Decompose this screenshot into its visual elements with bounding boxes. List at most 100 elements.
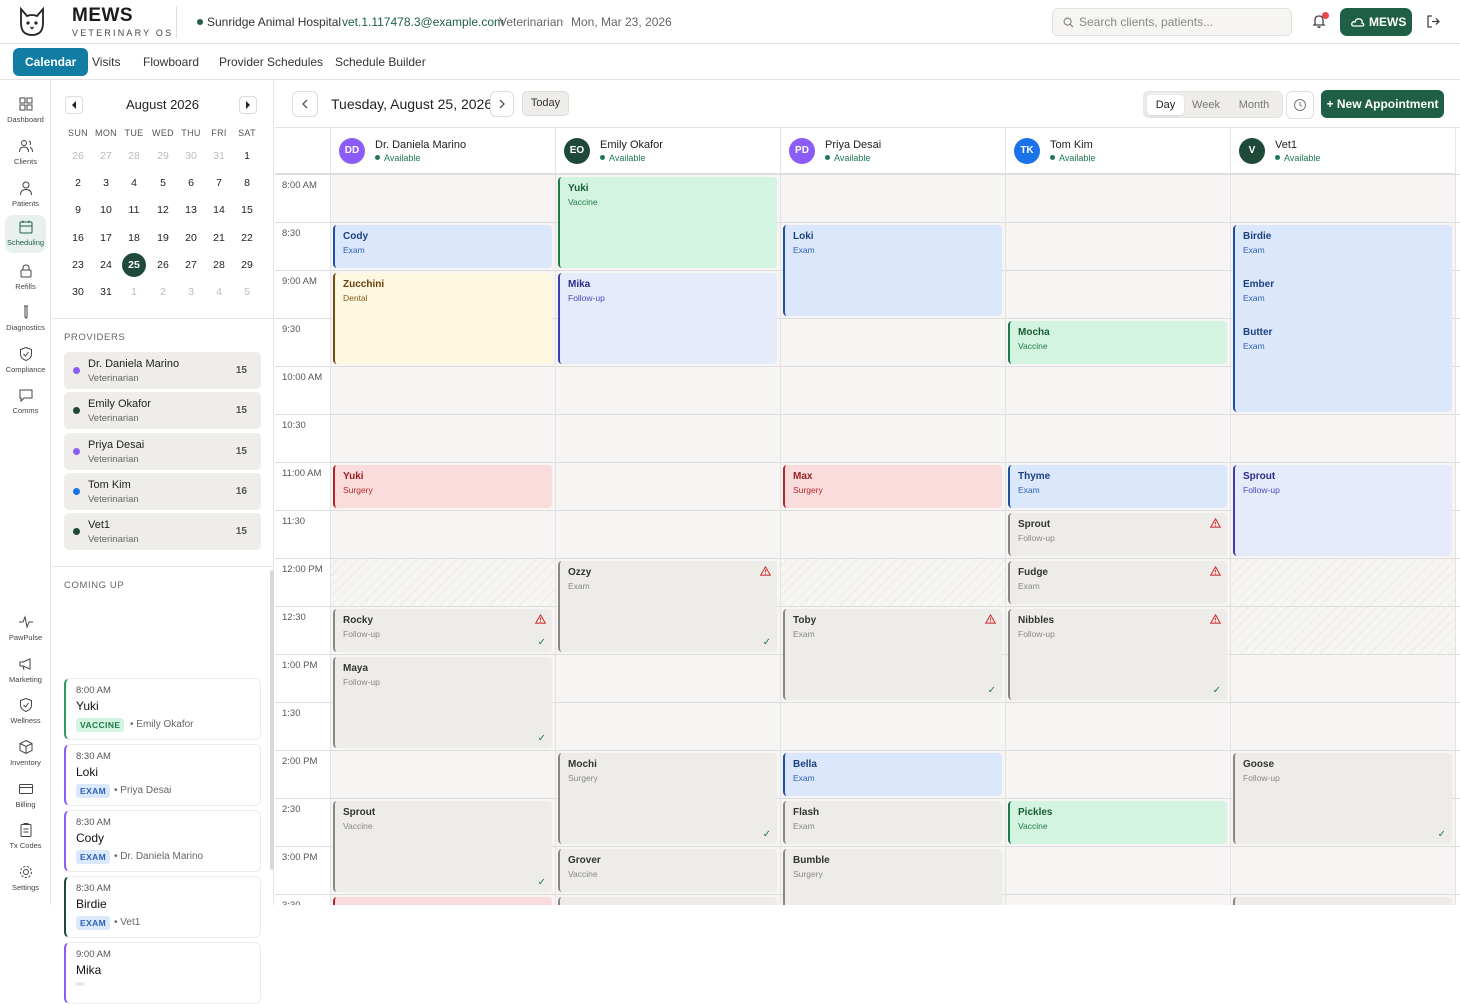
- appointment-card[interactable]: Bumble Surgery: [783, 849, 1002, 905]
- time-slot[interactable]: [1005, 846, 1230, 894]
- time-slot[interactable]: [555, 462, 780, 510]
- time-slot[interactable]: [1005, 414, 1230, 462]
- appointment-card[interactable]: Nibbles Follow-up ✓: [1008, 609, 1227, 700]
- coming-up-item[interactable]: 9:00 AM Mika: [64, 942, 261, 1004]
- sidebar-item-wellness[interactable]: Wellness: [0, 693, 51, 733]
- calendar-day[interactable]: 29: [149, 145, 177, 167]
- appointment-card[interactable]: Mocha Vaccine: [1008, 321, 1227, 364]
- clock-button[interactable]: [1286, 91, 1314, 119]
- appointment-card[interactable]: [558, 897, 777, 905]
- logout-icon[interactable]: [1426, 14, 1441, 29]
- calendar-day[interactable]: 28: [205, 254, 233, 276]
- time-slot[interactable]: [330, 366, 555, 414]
- appointment-card[interactable]: Bella Exam: [783, 753, 1002, 796]
- sidebar-item-scheduling[interactable]: Scheduling: [5, 215, 46, 253]
- time-slot[interactable]: [1230, 846, 1455, 894]
- calendar-day[interactable]: 21: [205, 227, 233, 249]
- calendar-day[interactable]: 1: [233, 145, 261, 167]
- provider-item[interactable]: Tom Kim Veterinarian 16: [64, 472, 261, 510]
- calendar-day[interactable]: 25: [122, 252, 146, 277]
- time-slot[interactable]: [1005, 750, 1230, 798]
- appointment-card[interactable]: Pickles Vaccine: [1008, 801, 1227, 844]
- tab-visits[interactable]: Visits: [80, 48, 132, 76]
- appointment-card[interactable]: [1233, 897, 1452, 905]
- appointment-card[interactable]: Goose Follow-up ✓: [1233, 753, 1452, 844]
- time-slot[interactable]: [1005, 366, 1230, 414]
- appointment-card[interactable]: Fudge Exam: [1008, 561, 1227, 604]
- provider-item[interactable]: Emily Okafor Veterinarian 15: [64, 392, 261, 430]
- appointment-card[interactable]: Max Surgery: [783, 465, 1002, 508]
- time-slot[interactable]: [1005, 702, 1230, 750]
- tab-provider-schedules[interactable]: Provider Schedules: [207, 48, 335, 76]
- calendar-day[interactable]: 28: [120, 145, 148, 167]
- provider-item[interactable]: Vet1 Veterinarian 15: [64, 513, 261, 551]
- calendar-day[interactable]: 19: [149, 227, 177, 249]
- prev-day-button[interactable]: [292, 91, 318, 117]
- time-slot[interactable]: [330, 414, 555, 462]
- appointment-card[interactable]: Thyme Exam: [1008, 465, 1227, 508]
- tab-schedule-builder[interactable]: Schedule Builder: [323, 48, 438, 76]
- time-slot[interactable]: [1005, 270, 1230, 318]
- time-slot[interactable]: [1005, 894, 1230, 905]
- calendar-day[interactable]: 9: [64, 199, 92, 221]
- appointment-card[interactable]: Ember Exam: [1233, 273, 1452, 316]
- appointment-card[interactable]: Sprout Follow-up: [1008, 513, 1227, 556]
- calendar-day[interactable]: 7: [205, 172, 233, 194]
- time-slot[interactable]: [330, 510, 555, 558]
- calendar-day[interactable]: 18: [120, 227, 148, 249]
- sidebar-item-patients[interactable]: Patients: [0, 176, 51, 216]
- time-slot[interactable]: [1230, 702, 1455, 750]
- calendar-day[interactable]: 2: [64, 172, 92, 194]
- calendar-day[interactable]: 16: [64, 227, 92, 249]
- calendar-day[interactable]: 30: [64, 281, 92, 303]
- calendar-day[interactable]: 2: [149, 281, 177, 303]
- time-slot[interactable]: [330, 174, 555, 222]
- calendar-day[interactable]: 31: [92, 281, 120, 303]
- calendar-day[interactable]: 5: [233, 281, 261, 303]
- time-slot[interactable]: [1230, 174, 1455, 222]
- time-slot[interactable]: [555, 510, 780, 558]
- sidebar-item-comms[interactable]: Comms: [0, 383, 51, 423]
- appointment-card[interactable]: Zucchini Dental: [333, 273, 552, 364]
- time-slot[interactable]: [780, 318, 1005, 366]
- tab-flowboard[interactable]: Flowboard: [131, 48, 211, 76]
- time-slot[interactable]: [780, 558, 1005, 606]
- next-day-button[interactable]: [490, 91, 514, 117]
- appointment-card[interactable]: Grover Vaccine: [558, 849, 777, 892]
- calendar-day[interactable]: 5: [149, 172, 177, 194]
- sidebar-item-refills[interactable]: Refills: [0, 259, 51, 299]
- calendar-day[interactable]: 8: [233, 172, 261, 194]
- calendar-day[interactable]: 11: [120, 199, 148, 221]
- appointment-card[interactable]: [333, 897, 552, 905]
- sidebar-item-inventory[interactable]: Inventory: [0, 735, 51, 775]
- time-slot[interactable]: [330, 750, 555, 798]
- appointment-card[interactable]: Yuki Vaccine: [558, 177, 777, 268]
- today-button[interactable]: Today: [522, 91, 569, 116]
- time-slot[interactable]: [330, 558, 555, 606]
- time-slot[interactable]: [555, 414, 780, 462]
- search-box[interactable]: [1052, 8, 1292, 36]
- time-slot[interactable]: [780, 174, 1005, 222]
- next-month-button[interactable]: [239, 96, 257, 114]
- time-slot[interactable]: [1230, 606, 1455, 654]
- new-appointment-button[interactable]: + New Appointment: [1321, 90, 1444, 118]
- calendar-day[interactable]: 3: [177, 281, 205, 303]
- coming-up-item[interactable]: 8:30 AM Birdie EXAM • Vet1: [64, 876, 261, 938]
- sidebar-item-tx-codes[interactable]: Tx Codes: [0, 818, 51, 858]
- time-slot[interactable]: [1005, 174, 1230, 222]
- time-slot[interactable]: [1230, 654, 1455, 702]
- sidebar-item-settings[interactable]: Settings: [0, 860, 51, 900]
- appointment-card[interactable]: Toby Exam ✓: [783, 609, 1002, 700]
- calendar-day[interactable]: 4: [120, 172, 148, 194]
- view-day[interactable]: Day: [1147, 95, 1184, 115]
- time-slot[interactable]: [780, 702, 1005, 750]
- coming-up-item[interactable]: 8:00 AM Yuki VACCINE • Emily Okafor: [64, 678, 261, 740]
- time-slot[interactable]: [555, 702, 780, 750]
- calendar-day[interactable]: 22: [233, 227, 261, 249]
- time-slot[interactable]: [780, 510, 1005, 558]
- provider-item[interactable]: Priya Desai Veterinarian 15: [64, 432, 261, 470]
- appointment-card[interactable]: Mochi Surgery ✓: [558, 753, 777, 844]
- scrollbar[interactable]: [270, 570, 274, 870]
- calendar-day[interactable]: 27: [92, 145, 120, 167]
- appointment-card[interactable]: Cody Exam: [333, 225, 552, 268]
